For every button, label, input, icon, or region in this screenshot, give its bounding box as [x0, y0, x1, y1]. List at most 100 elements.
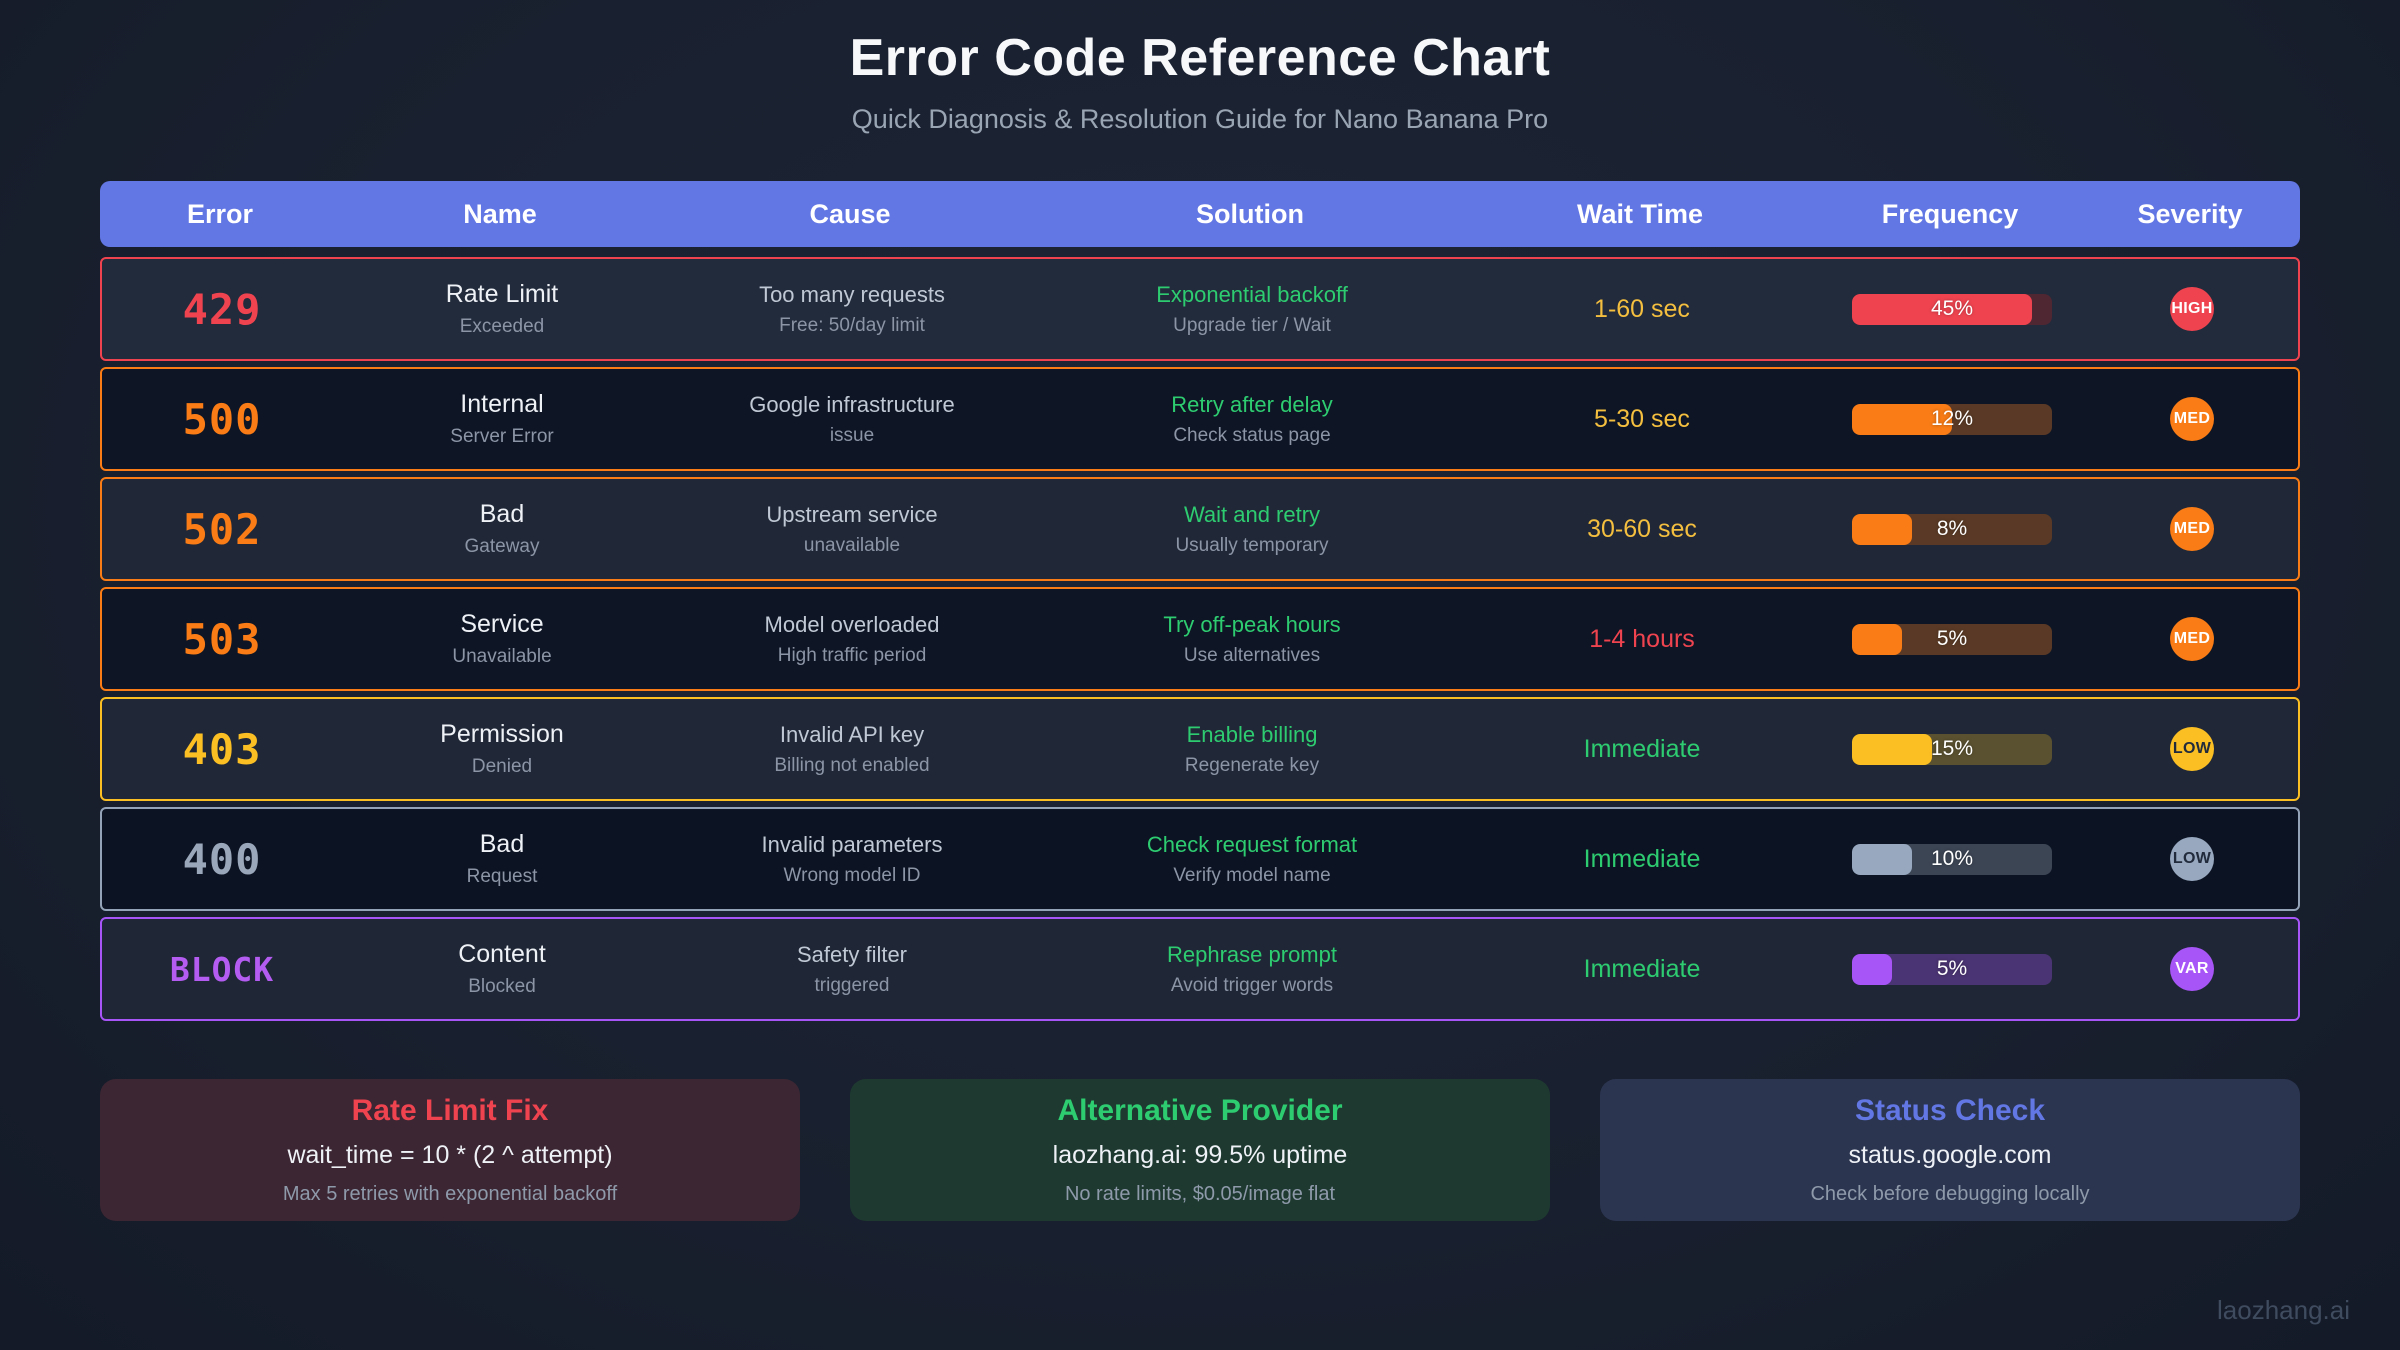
- frequency-cell: 12%: [1822, 404, 2082, 435]
- error-name-cell: Bad Request: [342, 830, 662, 888]
- table-row: BLOCK Content Blocked Safety filter trig…: [100, 917, 2300, 1021]
- card-title: Rate Limit Fix: [100, 1094, 800, 1128]
- severity-cell: VAR: [2082, 947, 2302, 991]
- solution-cell: Check request format Verify model name: [1042, 832, 1462, 887]
- solution-cell: Retry after delay Check status page: [1042, 392, 1462, 447]
- frequency-bar-track: 10%: [1852, 844, 2052, 875]
- cause-text: Too many requests: [759, 282, 945, 308]
- solution-text: Retry after delay: [1171, 392, 1332, 418]
- solution-text: Enable billing: [1187, 722, 1318, 748]
- error-code: 502: [102, 505, 342, 554]
- frequency-bar-track: 45%: [1852, 294, 2052, 325]
- solution-sub: Check status page: [1173, 425, 1330, 447]
- solution-cell: Enable billing Regenerate key: [1042, 722, 1462, 777]
- error-name-cell: Bad Gateway: [342, 500, 662, 558]
- error-name: Internal: [460, 390, 543, 419]
- page-header: Error Code Reference Chart Quick Diagnos…: [0, 0, 2400, 135]
- page-title: Error Code Reference Chart: [0, 28, 2400, 88]
- infographic-page: Error Code Reference Chart Quick Diagnos…: [0, 0, 2400, 1350]
- cause-text: Google infrastructure: [749, 392, 954, 418]
- frequency-bar-track: 5%: [1852, 624, 2052, 655]
- severity-cell: LOW: [2082, 727, 2302, 771]
- cause-text: Safety filter: [797, 942, 907, 968]
- table-row: 502 Bad Gateway Upstream service unavail…: [100, 477, 2300, 581]
- error-name-cell: Rate Limit Exceeded: [342, 280, 662, 338]
- cause-sub: triggered: [815, 975, 890, 997]
- error-code: 500: [102, 395, 342, 444]
- cause-text: Invalid parameters: [762, 832, 943, 858]
- severity-cell: MED: [2082, 507, 2302, 551]
- severity-badge: HIGH: [2170, 287, 2214, 331]
- error-name-sub: Unavailable: [452, 646, 551, 668]
- column-header-error: Error: [100, 199, 340, 230]
- wait-time: Immediate: [1462, 955, 1822, 984]
- solution-sub: Verify model name: [1173, 865, 1330, 887]
- severity-badge: LOW: [2170, 727, 2214, 771]
- error-name-cell: Service Unavailable: [342, 610, 662, 668]
- severity-badge: MED: [2170, 507, 2214, 551]
- frequency-bar-track: 5%: [1852, 954, 2052, 985]
- solution-text: Try off-peak hours: [1163, 612, 1340, 638]
- cause-text: Upstream service: [766, 502, 937, 528]
- error-name-sub: Request: [467, 866, 538, 888]
- error-code: 503: [102, 615, 342, 664]
- wait-time: 1-60 sec: [1462, 295, 1822, 324]
- error-name-sub: Denied: [472, 756, 532, 778]
- table-row: 403 Permission Denied Invalid API key Bi…: [100, 697, 2300, 801]
- table-row: 400 Bad Request Invalid parameters Wrong…: [100, 807, 2300, 911]
- frequency-label: 5%: [1852, 624, 2052, 655]
- solution-sub: Use alternatives: [1184, 645, 1320, 667]
- column-header-frequency: Frequency: [1820, 199, 2080, 230]
- error-name: Service: [460, 610, 543, 639]
- cause-cell: Upstream service unavailable: [662, 502, 1042, 557]
- solution-sub: Avoid trigger words: [1171, 975, 1333, 997]
- error-name-sub: Server Error: [450, 426, 553, 448]
- wait-time: Immediate: [1462, 735, 1822, 764]
- frequency-label: 12%: [1852, 404, 2052, 435]
- error-name: Bad: [480, 500, 524, 529]
- wait-time: 5-30 sec: [1462, 405, 1822, 434]
- rate-limit-fix-card: Rate Limit Fix wait_time = 10 * (2 ^ att…: [100, 1079, 800, 1221]
- status-check-card: Status Check status.google.com Check bef…: [1600, 1079, 2300, 1221]
- error-name-sub: Exceeded: [460, 316, 545, 338]
- table-row: 503 Service Unavailable Model overloaded…: [100, 587, 2300, 691]
- wait-time: Immediate: [1462, 845, 1822, 874]
- cause-sub: Free: 50/day limit: [779, 315, 925, 337]
- solution-text: Rephrase prompt: [1167, 942, 1337, 968]
- frequency-cell: 5%: [1822, 624, 2082, 655]
- card-provider-info: laozhang.ai: 99.5% uptime: [850, 1141, 1550, 1170]
- severity-badge: LOW: [2170, 837, 2214, 881]
- error-code: BLOCK: [102, 950, 342, 989]
- error-name-cell: Internal Server Error: [342, 390, 662, 448]
- card-title: Alternative Provider: [850, 1094, 1550, 1128]
- cause-cell: Invalid API key Billing not enabled: [662, 722, 1042, 777]
- cause-cell: Model overloaded High traffic period: [662, 612, 1042, 667]
- cause-sub: Billing not enabled: [774, 755, 929, 777]
- error-name-sub: Gateway: [465, 536, 540, 558]
- error-code: 429: [102, 285, 342, 334]
- cause-sub: issue: [830, 425, 874, 447]
- column-header-name: Name: [340, 199, 660, 230]
- error-name: Bad: [480, 830, 524, 859]
- error-name: Content: [458, 940, 546, 969]
- column-header-severity: Severity: [2080, 199, 2300, 230]
- error-name-cell: Permission Denied: [342, 720, 662, 778]
- solution-sub: Regenerate key: [1185, 755, 1319, 777]
- frequency-cell: 10%: [1822, 844, 2082, 875]
- frequency-label: 45%: [1852, 294, 2052, 325]
- severity-badge: VAR: [2170, 947, 2214, 991]
- frequency-label: 15%: [1852, 734, 2052, 765]
- alternative-provider-card: Alternative Provider laozhang.ai: 99.5% …: [850, 1079, 1550, 1221]
- wait-time: 1-4 hours: [1462, 625, 1822, 654]
- frequency-label: 8%: [1852, 514, 2052, 545]
- frequency-label: 5%: [1852, 954, 2052, 985]
- frequency-cell: 5%: [1822, 954, 2082, 985]
- severity-badge: MED: [2170, 617, 2214, 661]
- severity-badge: MED: [2170, 397, 2214, 441]
- solution-cell: Exponential backoff Upgrade tier / Wait: [1042, 282, 1462, 337]
- error-code: 403: [102, 725, 342, 774]
- severity-cell: MED: [2082, 397, 2302, 441]
- column-header-wait-time: Wait Time: [1460, 199, 1820, 230]
- frequency-bar-track: 15%: [1852, 734, 2052, 765]
- frequency-bar-track: 12%: [1852, 404, 2052, 435]
